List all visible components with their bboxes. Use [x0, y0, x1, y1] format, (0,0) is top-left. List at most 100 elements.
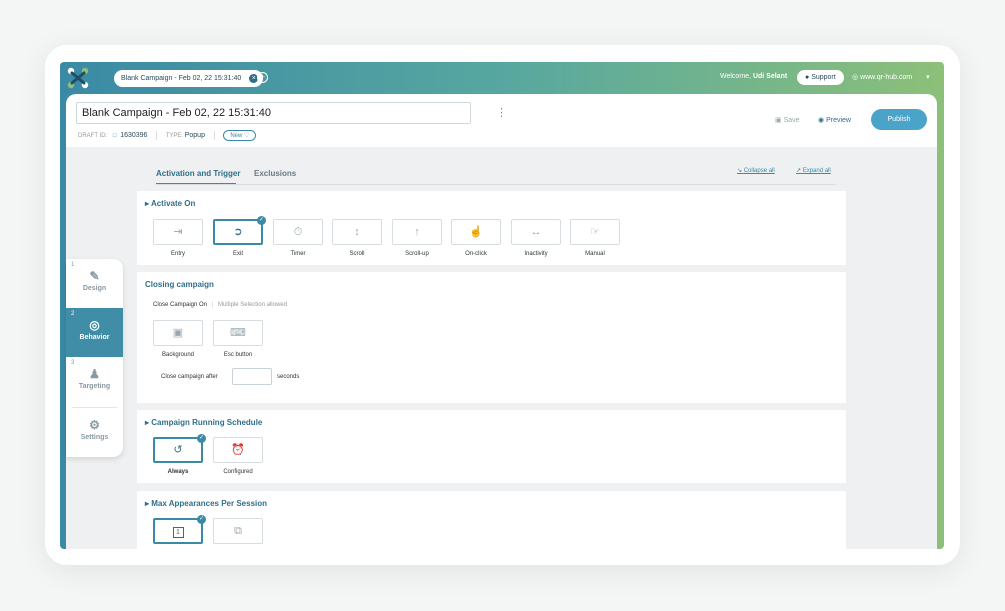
seconds-label: seconds [277, 374, 300, 380]
copies-icon: ⧉ [213, 518, 263, 544]
user-icon: ● [805, 74, 810, 81]
sidebar-item-settings[interactable]: ⚙ Settings [66, 408, 123, 457]
top-bar: Blank Campaign - Feb 02, 22 15:31:40 × +… [60, 62, 944, 94]
eye-icon: ◉ [818, 117, 825, 124]
option-manual[interactable]: ☞ Manual [570, 219, 620, 257]
check-icon: ✓ [257, 216, 266, 225]
save-label: Save [783, 117, 800, 124]
option-always[interactable]: ↺ ✓ Always [153, 434, 206, 475]
manual-icon: ☞ [570, 219, 620, 245]
sidebar-item-label: Settings [80, 434, 109, 441]
max-appearances-card: ▸ Max Appearances Per Session 1 ✓ ⧉ [137, 491, 846, 549]
status-badge[interactable]: New ♡ [223, 130, 257, 141]
check-icon: ✓ [197, 515, 206, 524]
chevron-down-icon: ▾ [926, 74, 930, 81]
option-on-click[interactable]: ☝ On-click [451, 219, 501, 257]
option-label: Esc button [223, 352, 253, 358]
option-scroll[interactable]: ↕ Scroll [332, 219, 382, 257]
option-entry[interactable]: ⇥ Entry [153, 219, 203, 257]
background-icon: ▣ [153, 320, 203, 346]
option-multiple-appearances[interactable]: ⧉ [213, 518, 263, 544]
close-after-seconds-input[interactable] [232, 368, 272, 385]
campaign-tab[interactable]: Blank Campaign - Feb 02, 22 15:31:40 × [114, 70, 264, 87]
option-scroll-up[interactable]: ↑ Scroll-up [392, 219, 442, 257]
step-number: 2 [71, 311, 75, 317]
sidebar-item-behavior[interactable]: 2 ◎ Behavior [66, 308, 123, 357]
welcome-prefix: Welcome, [720, 73, 751, 80]
expand-icon: ↗ [796, 168, 802, 174]
app-window: Blank Campaign - Feb 02, 22 15:31:40 × +… [60, 62, 944, 549]
option-label: Timer [290, 251, 306, 257]
multiple-selection-hint: Multiple Selection allowed [217, 302, 287, 308]
option-inactivity[interactable]: ↔ Inactivity [511, 219, 561, 257]
add-tab-icon[interactable]: + [257, 72, 268, 83]
globe-icon: ◎ [852, 74, 859, 81]
copy-icon[interactable]: □ [113, 133, 117, 139]
timer-icon: ⏱ [273, 219, 323, 245]
expand-all-link[interactable]: ↗ Expand all [796, 167, 831, 174]
option-background[interactable]: ▣ Background [153, 320, 203, 358]
more-options-icon[interactable]: ⋮ [496, 106, 507, 119]
tab-exclusions[interactable]: Exclusions [254, 169, 296, 178]
draft-id-label: DRAFT ID: [78, 133, 108, 139]
support-button[interactable]: ● Support [797, 70, 844, 85]
close-after-label: Close campaign after [161, 374, 218, 380]
preview-label: Preview [826, 117, 851, 124]
history-icon: ↺ ✓ [153, 434, 206, 463]
check-icon: ✓ [197, 434, 206, 443]
campaign-tab-label: Blank Campaign - Feb 02, 22 15:31:40 [121, 75, 242, 82]
campaign-name-input[interactable]: Blank Campaign - Feb 02, 22 15:31:40 [76, 102, 471, 124]
option-esc-button[interactable]: ⌨ Esc button [213, 320, 263, 358]
collapse-all-link[interactable]: ↘ Collapse all [737, 167, 775, 174]
step-sidebar: 1 ✎ Design 2 ◎ Behavior 3 ♟ Targeting ⚙ … [66, 259, 123, 457]
closing-campaign-card: Closing campaign Close Campaign On | Mul… [137, 272, 846, 403]
option-one-appearance[interactable]: 1 ✓ [153, 515, 206, 544]
gear-icon: ⚙ [89, 418, 100, 432]
tab-activation-trigger[interactable]: Activation and Trigger [156, 169, 240, 178]
sidebar-item-label: Behavior [79, 334, 110, 341]
option-configured[interactable]: ⏰ Configured [213, 437, 263, 475]
site-label: www.qr-hub.com [860, 74, 913, 81]
schedule-title[interactable]: ▸ Campaign Running Schedule [145, 418, 262, 427]
sidebar-item-design[interactable]: 1 ✎ Design [66, 259, 123, 308]
scroll-icon: ↕ [332, 219, 382, 245]
option-label: Inactivity [524, 251, 548, 257]
site-selector[interactable]: ◎ www.qr-hub.com ▾ [852, 73, 930, 81]
max-appearances-title[interactable]: ▸ Max Appearances Per Session [145, 499, 267, 508]
option-label: Configured [223, 469, 253, 475]
option-label: On-click [465, 251, 487, 257]
appearance-count: 1 [172, 527, 184, 538]
step-number: 1 [71, 262, 75, 268]
close-campaign-on-label: Close Campaign On | Multiple Selection a… [153, 302, 287, 308]
save-icon: ▣ [775, 117, 782, 124]
draft-id: 1630396 [120, 132, 148, 139]
option-exit[interactable]: ➲ ✓ Exit [213, 216, 266, 257]
campaign-meta: DRAFT ID: □ 1630396 TYPE: Popup New ♡ [78, 130, 257, 141]
preview-button[interactable]: ◉ Preview [818, 116, 851, 124]
collapse-icon: ↘ [737, 168, 743, 174]
sidebar-item-targeting[interactable]: 3 ♟ Targeting [66, 357, 123, 406]
publish-button[interactable]: Publish [871, 109, 927, 130]
alarm-clock-icon: ⏰ [213, 437, 263, 463]
type-label: TYPE: [165, 133, 184, 139]
save-button[interactable]: ▣ Save [775, 116, 800, 124]
activate-on-title[interactable]: ▸ Activate On [145, 199, 195, 208]
collapse-all-label: Collapse all [743, 168, 775, 174]
entry-icon: ⇥ [153, 219, 203, 245]
support-label: Support [811, 74, 836, 81]
esc-key-icon: ⌨ [213, 320, 263, 346]
option-timer[interactable]: ⏱ Timer [273, 219, 323, 257]
type-value: Popup [184, 132, 205, 139]
audience-icon: ♟ [89, 367, 100, 381]
status-badge-label: New [230, 133, 243, 139]
expand-all-label: Expand all [802, 168, 831, 174]
option-label: Scroll [349, 251, 365, 257]
tabs-divider [156, 184, 836, 185]
schedule-card: ▸ Campaign Running Schedule ↺ ✓ Always ⏰ Co… [137, 410, 846, 483]
user-name: Udi Selant [752, 73, 788, 80]
activate-on-card: ▸ Activate On ⇥ Entry ➲ ✓ Exit ⏱ Timer ↕ Scro… [137, 191, 846, 265]
option-label: Manual [585, 251, 605, 257]
main-content: Activation and Trigger Exclusions ↘ Coll… [66, 147, 937, 549]
campaign-header: Blank Campaign - Feb 02, 22 15:31:40 ⋮ D… [66, 94, 937, 147]
app-logo-icon[interactable] [66, 66, 90, 90]
